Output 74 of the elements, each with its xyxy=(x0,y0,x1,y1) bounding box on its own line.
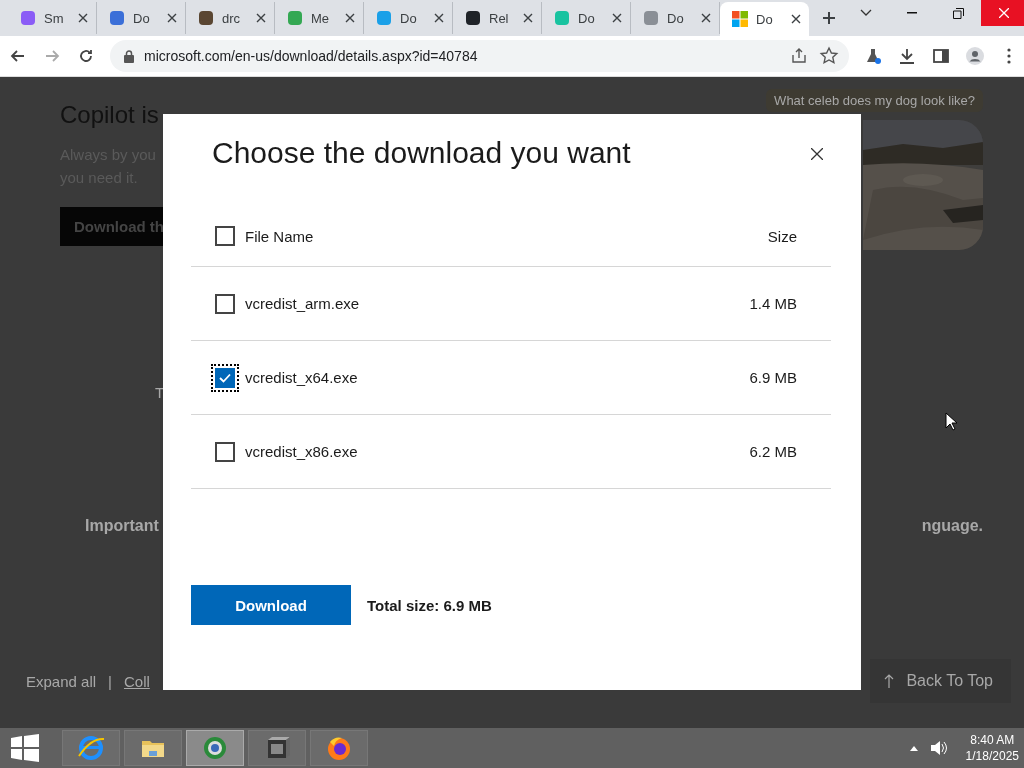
star-icon[interactable] xyxy=(819,46,839,66)
close-icon[interactable] xyxy=(701,13,711,23)
chevron-down-icon[interactable] xyxy=(860,9,872,17)
browser-tab[interactable]: Do xyxy=(542,2,631,34)
browser-tab[interactable]: Do xyxy=(631,2,720,34)
browser-tab[interactable]: Do xyxy=(720,2,809,36)
dialog-title: Choose the download you want xyxy=(212,136,631,170)
expand-all-link[interactable]: Expand all xyxy=(26,672,97,690)
close-icon[interactable] xyxy=(434,13,444,23)
column-header: File Name xyxy=(245,227,315,245)
download-icon[interactable] xyxy=(897,46,917,66)
close-icon[interactable] xyxy=(345,13,355,23)
separator-text: | xyxy=(108,672,112,690)
windows-start-icon[interactable] xyxy=(10,734,40,762)
browser-tab[interactable]: Do xyxy=(364,2,453,34)
tab-title: drc xyxy=(222,10,242,26)
browser-tab[interactable]: drc xyxy=(186,2,275,34)
close-icon xyxy=(999,8,1009,18)
close-icon[interactable] xyxy=(78,13,88,23)
file-name: vcredist_x86.exe xyxy=(245,443,359,460)
close-icon[interactable] xyxy=(167,13,177,23)
globe-icon xyxy=(201,734,229,762)
tab-title: Do xyxy=(578,10,596,26)
taskbar-button[interactable] xyxy=(124,730,182,766)
close-icon[interactable] xyxy=(256,13,266,23)
tab-title: Do xyxy=(400,10,418,26)
share-icon[interactable] xyxy=(789,46,809,66)
page-text: Important xyxy=(85,517,159,535)
tab-title: Do xyxy=(133,10,151,26)
taskbar-button[interactable] xyxy=(186,730,244,766)
close-icon[interactable] xyxy=(612,13,622,23)
page-text: nguage. xyxy=(921,517,983,535)
speaker-icon[interactable] xyxy=(929,740,948,756)
file-size: 6.9 MB xyxy=(749,369,797,386)
taskbar-button[interactable] xyxy=(248,730,306,766)
browser-tab[interactable]: Me xyxy=(275,2,364,34)
profile-icon[interactable] xyxy=(965,46,985,66)
chevron-up-icon[interactable] xyxy=(909,745,918,751)
url-text: microsoft.com/en-us/download/details.aspx?id=40784 xyxy=(144,48,479,64)
browser-tab[interactable]: Do xyxy=(97,2,186,34)
file-name: vcredist_x64.exe xyxy=(245,369,359,386)
clock-time: 8:40 AM xyxy=(970,732,1015,748)
clock-date: 1/18/2025 xyxy=(965,748,1019,764)
browser-tab[interactable]: Sm xyxy=(8,2,97,34)
tab-title: Sm xyxy=(44,10,65,26)
tab-title: Me xyxy=(311,10,331,26)
tab-title: Rel xyxy=(489,10,510,26)
ie-icon xyxy=(77,734,105,762)
column-header: Size xyxy=(767,227,797,245)
cursor-icon xyxy=(945,412,957,431)
file-name: vcredist_arm.exe xyxy=(245,295,361,312)
checkbox[interactable] xyxy=(211,363,239,392)
address-field[interactable]: microsoft.com/en-us/download/details.aspx?id=40784 xyxy=(110,40,849,72)
minimize-icon[interactable] xyxy=(907,12,917,14)
back-to-top-button[interactable]: Back To Top xyxy=(870,659,1011,703)
total-size: Total size: 6.9 MB xyxy=(367,596,492,614)
collapse-link[interactable]: Coll xyxy=(123,672,150,690)
lock-icon xyxy=(124,49,134,63)
close-icon[interactable] xyxy=(523,13,533,23)
windows-logo-icon xyxy=(732,11,748,27)
tab-title: Do xyxy=(756,11,774,27)
prompt-chip[interactable]: What celeb does my dog look like? xyxy=(766,89,983,112)
tab-title: Do xyxy=(667,10,685,26)
file-size: 6.2 MB xyxy=(749,443,797,460)
restore-icon[interactable] xyxy=(952,7,964,19)
file-size: 1.4 MB xyxy=(749,295,797,312)
close-icon[interactable] xyxy=(811,148,823,160)
browser-tab[interactable]: Rel xyxy=(453,2,542,34)
arrow-up-icon xyxy=(884,674,895,688)
download-button[interactable]: Download xyxy=(191,585,351,625)
close-icon[interactable] xyxy=(791,14,801,24)
side-panel-icon[interactable] xyxy=(931,46,951,66)
taskbar-button[interactable] xyxy=(310,730,368,766)
taskbar-button[interactable] xyxy=(62,730,120,766)
